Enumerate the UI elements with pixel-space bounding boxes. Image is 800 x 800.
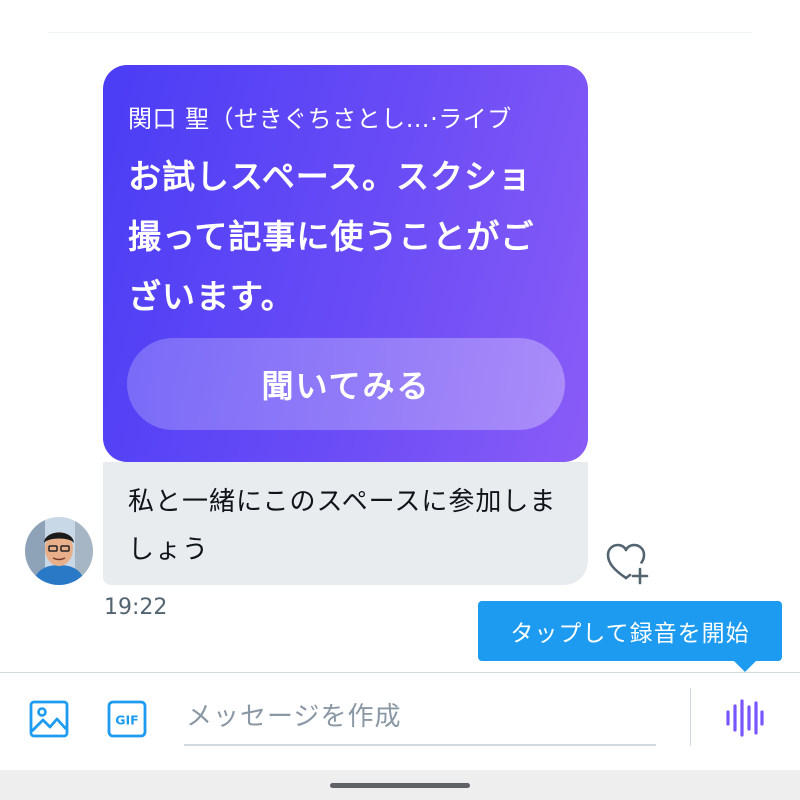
image-icon[interactable] <box>28 698 70 740</box>
gif-icon-label: GIF <box>115 713 138 728</box>
space-host-label: 関口 聖（せきぐちさとし…·ライブ <box>128 105 512 133</box>
space-card[interactable]: 関口 聖（せきぐちさとし…·ライブ お試しスペース。スクショ撮って記事に使うこと… <box>103 65 588 462</box>
listen-button[interactable]: 聞いてみる <box>127 338 565 430</box>
space-title: お試しスペース。スクショ撮って記事に使うことがございます。 <box>128 157 535 316</box>
message-input[interactable] <box>184 690 656 746</box>
dm-conversation-screen: 関口 聖（せきぐちさとし…·ライブ お試しスペース。スクショ撮って記事に使うこと… <box>0 0 800 800</box>
gif-icon[interactable]: GIF <box>106 698 148 740</box>
top-divider <box>48 32 752 33</box>
composer-vertical-divider <box>690 688 691 746</box>
message-text: 私と一緒にこのスペースに参加しましょう <box>128 487 557 565</box>
heart-plus-icon[interactable] <box>604 540 656 588</box>
message-timestamp: 19:22 <box>104 595 168 620</box>
message-bubble: 私と一緒にこのスペースに参加しましょう <box>103 462 588 585</box>
home-indicator[interactable] <box>330 783 470 788</box>
composer-divider <box>0 672 800 673</box>
tooltip-arrow <box>734 661 756 672</box>
voice-message-icon[interactable] <box>722 697 766 739</box>
avatar[interactable] <box>25 517 93 585</box>
record-tooltip[interactable]: タップして録音を開始 <box>478 601 782 661</box>
